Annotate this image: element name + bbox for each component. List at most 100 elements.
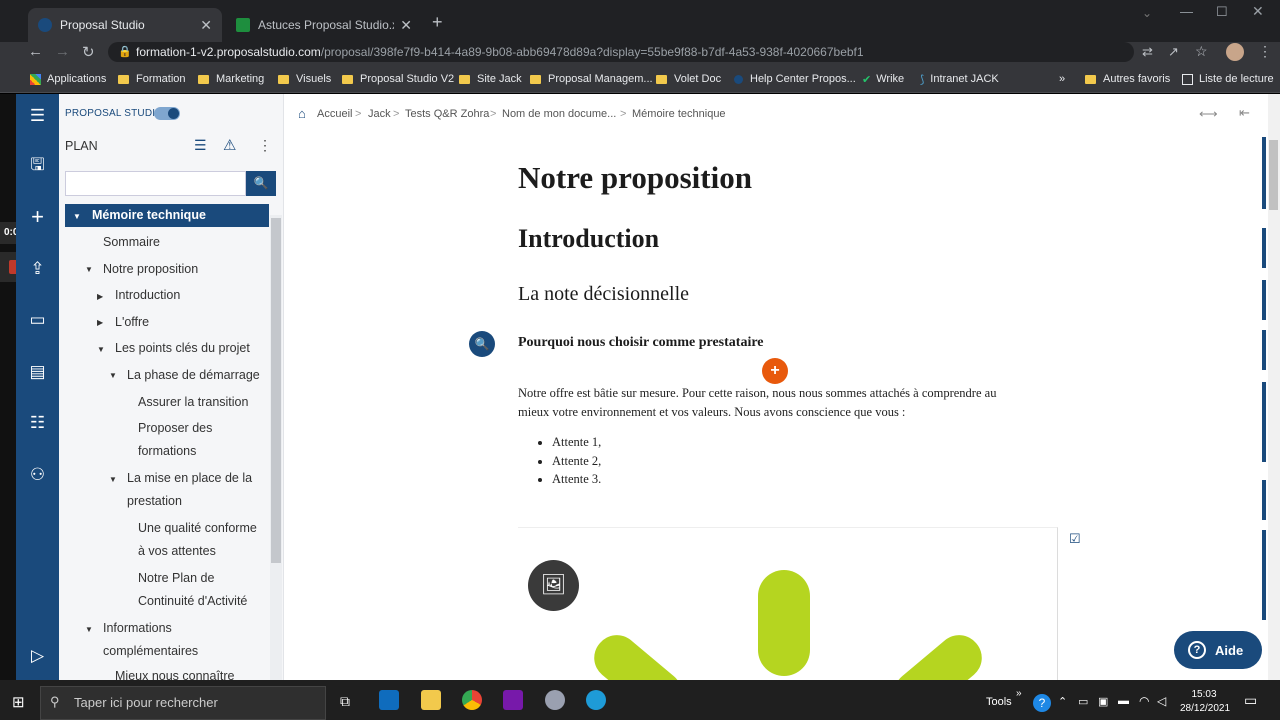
home-icon[interactable]: ⌂: [298, 106, 306, 121]
bookmark-star-icon[interactable]: ☆: [1195, 43, 1208, 60]
bookmarks-overflow-icon[interactable]: »: [1059, 70, 1065, 88]
outline-search-input[interactable]: [65, 171, 246, 196]
heading-1[interactable]: Notre proposition: [518, 160, 752, 196]
caret-down-icon[interactable]: ▼: [85, 265, 93, 274]
add-block-button[interactable]: +: [762, 358, 788, 384]
tree-item-mise-en-place[interactable]: La mise en place de la prestation: [127, 467, 261, 513]
search-button[interactable]: 🔍: [246, 171, 276, 196]
heading-2[interactable]: Introduction: [518, 224, 659, 254]
collapse-panel-icon[interactable]: ⇤: [1239, 105, 1250, 121]
meet-now-icon[interactable]: ▭: [1078, 695, 1088, 708]
reload-icon[interactable]: ↻: [82, 43, 95, 61]
tray-chevron-icon[interactable]: ⌃: [1058, 695, 1067, 708]
validate-block-icon[interactable]: ☑: [1069, 531, 1081, 547]
app-icon[interactable]: [545, 690, 565, 710]
caret-down-icon[interactable]: ▼: [73, 212, 81, 221]
tree-item-points-cles[interactable]: Les points clés du projet: [115, 337, 250, 360]
clock[interactable]: 15:03 28/12/2021: [1180, 688, 1230, 716]
bookmark-wrike[interactable]: ✔ Wrike: [862, 70, 904, 88]
reading-list[interactable]: Liste de lecture: [1182, 70, 1274, 88]
maximize-icon[interactable]: ☐: [1216, 4, 1228, 20]
forward-icon[interactable]: →: [55, 43, 70, 60]
battery-icon[interactable]: ▬: [1118, 695, 1129, 707]
tree-item-qualite-conforme[interactable]: Une qualité conforme à vos attentes: [138, 517, 266, 563]
image-edit-button[interactable]: 🖼: [528, 560, 579, 611]
bookmark-marketing[interactable]: Marketing: [198, 70, 264, 88]
tools-expand-icon[interactable]: »: [1016, 688, 1022, 699]
help-button[interactable]: ? Aide: [1174, 631, 1262, 669]
file-explorer-icon[interactable]: [421, 690, 441, 710]
breadcrumb-jack[interactable]: Jack: [368, 108, 391, 120]
more-options-icon[interactable]: ⋮: [258, 137, 272, 154]
close-tab-icon[interactable]: ✕: [200, 17, 212, 34]
breadcrumb-accueil[interactable]: Accueil: [317, 108, 352, 120]
expand-width-icon[interactable]: ⟷: [1199, 106, 1218, 122]
tree-item-loffre[interactable]: L'offre: [115, 311, 149, 334]
tree-item-assurer-transition[interactable]: Assurer la transition: [138, 391, 248, 414]
upload-icon[interactable]: ⇪: [16, 253, 59, 285]
bookmark-proposal-studio-v2[interactable]: Proposal Studio V2: [342, 70, 454, 88]
list-item[interactable]: Attente 2,: [552, 452, 601, 471]
caret-right-icon[interactable]: ▶: [97, 318, 103, 327]
paragraph[interactable]: Notre offre est bâtie sur mesure. Pour c…: [518, 384, 1028, 422]
handshake-icon[interactable]: ⚇: [16, 459, 59, 491]
tree-item-phase-demarrage[interactable]: La phase de démarrage: [127, 364, 260, 387]
heading-4[interactable]: Pourquoi nous choisir comme prestataire: [518, 335, 764, 351]
add-icon[interactable]: +: [16, 201, 59, 233]
profile-avatar[interactable]: [1226, 43, 1244, 61]
url-bar[interactable]: formation-1-v2.proposalstudio.com/propos…: [108, 42, 1134, 62]
tree-item-memoire-technique[interactable]: Mémoire technique: [92, 204, 206, 227]
bookmark-site-jack[interactable]: Site Jack: [459, 70, 522, 88]
task-view-icon[interactable]: ⧉: [340, 693, 350, 710]
close-tab-icon[interactable]: ✕: [400, 17, 412, 34]
bookmark-help-center[interactable]: Help Center Propos...: [734, 70, 856, 88]
translate-icon[interactable]: ⇄: [1142, 44, 1153, 60]
section-settings-button[interactable]: 🔍: [469, 331, 495, 357]
back-icon[interactable]: ←: [28, 43, 43, 60]
browser-tab[interactable]: Astuces Proposal Studio.xlsx - Go ✕: [226, 8, 422, 42]
document-icon[interactable]: ▭: [16, 304, 59, 336]
list-item[interactable]: Attente 3.: [552, 470, 601, 489]
heading-3[interactable]: La note décisionnelle: [518, 283, 689, 306]
list-item[interactable]: Attente 1,: [552, 433, 601, 452]
breadcrumb-tests[interactable]: Tests Q&R Zohra: [405, 108, 489, 120]
list-view-icon[interactable]: ☰: [194, 137, 207, 154]
bookmark-autres-favoris[interactable]: Autres favoris: [1085, 70, 1170, 88]
tree-item-introduction[interactable]: Introduction: [115, 284, 180, 307]
tools-toolbar[interactable]: Tools: [986, 696, 1012, 708]
share-icon[interactable]: ↗: [1168, 44, 1179, 60]
caret-right-icon[interactable]: ▶: [97, 292, 103, 301]
menu-icon[interactable]: ☰: [16, 100, 59, 132]
tray-app-icon[interactable]: ▣: [1098, 695, 1108, 708]
tree-item-sommaire[interactable]: Sommaire: [103, 231, 160, 254]
tree-item-proposer-formations[interactable]: Proposer des formations: [138, 417, 248, 463]
caret-down-icon[interactable]: ▼: [109, 475, 117, 484]
checklist-icon[interactable]: ☷: [16, 407, 59, 439]
bookmark-intranet-jack[interactable]: ⟆ Intranet JACK: [920, 70, 999, 88]
wifi-icon[interactable]: ◠: [1139, 694, 1149, 708]
outlook-icon[interactable]: [379, 690, 399, 710]
contact-card-icon[interactable]: ▤: [16, 356, 59, 388]
tree-item-plan-continuite[interactable]: Notre Plan de Continuité d'Activité: [138, 567, 258, 613]
tree-item-notre-proposition[interactable]: Notre proposition: [103, 258, 198, 281]
minimize-icon[interactable]: —: [1180, 4, 1193, 19]
play-icon[interactable]: ▷: [16, 640, 59, 672]
new-tab-icon[interactable]: +: [432, 12, 443, 33]
onenote-icon[interactable]: [503, 690, 523, 710]
save-icon[interactable]: 🖫: [16, 150, 59, 182]
bookmark-visuels[interactable]: Visuels: [278, 70, 331, 88]
tab-search-icon[interactable]: ⌄: [1142, 6, 1152, 20]
bookmark-proposal-management[interactable]: Proposal Managem...: [530, 70, 653, 88]
notifications-icon[interactable]: ▭: [1244, 692, 1257, 709]
caret-down-icon[interactable]: ▼: [97, 345, 105, 354]
tree-item-informations-complementaires[interactable]: Informations complémentaires: [103, 617, 223, 663]
brand-toggle[interactable]: [154, 107, 180, 120]
edge-icon[interactable]: [586, 690, 606, 710]
windows-start-icon[interactable]: ⊞: [12, 693, 25, 711]
volume-icon[interactable]: ◁: [1157, 694, 1166, 708]
bookmark-volet-doc[interactable]: Volet Doc: [656, 70, 721, 88]
caret-down-icon[interactable]: ▼: [85, 625, 93, 634]
taskbar-search[interactable]: Taper ici pour rechercher: [40, 686, 326, 720]
page-scrollbar-thumb[interactable]: [1269, 140, 1278, 210]
browser-tab-active[interactable]: Proposal Studio ✕: [28, 8, 222, 42]
